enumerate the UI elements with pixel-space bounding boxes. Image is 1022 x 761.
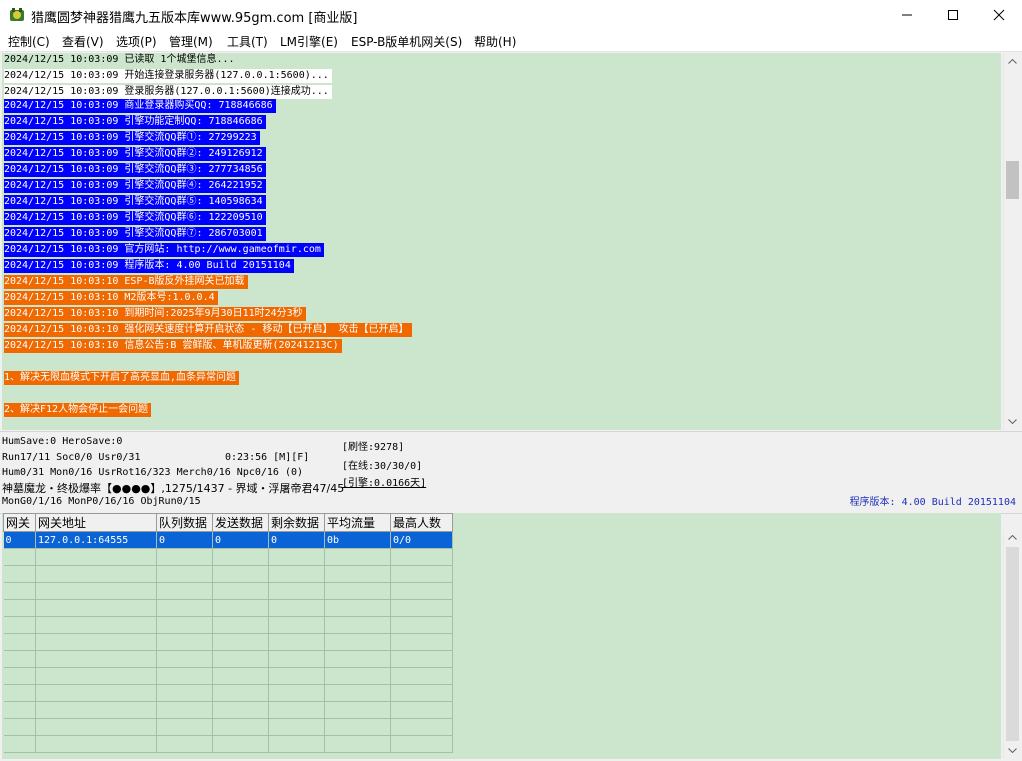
window-title: 猎鹰圆梦神器猎鹰九五版本库www.95gm.com [商业版] xyxy=(31,11,358,26)
column-header-sent[interactable]: 发送数据 xyxy=(212,513,269,532)
scroll-down-button[interactable] xyxy=(1004,413,1021,430)
chevron-up-icon xyxy=(1008,59,1017,64)
close-icon xyxy=(993,9,1005,21)
maximize-icon xyxy=(948,10,958,20)
title-bar: 猎鹰圆梦神器猎鹰九五版本库www.95gm.com [商业版] xyxy=(0,0,1022,30)
log-line: 2024/12/15 10:03:09 引擎交流QQ群⑦: 286703001 xyxy=(4,227,266,241)
status-engine: [引擎:0.0166天] xyxy=(342,478,427,489)
log-line: 2024/12/15 10:03:09 引擎交流QQ群②: 249126912 xyxy=(4,147,266,161)
scroll-up-button[interactable] xyxy=(1004,53,1021,70)
chevron-down-icon xyxy=(1008,419,1017,424)
gateway-scroll-down-button[interactable] xyxy=(1004,742,1021,759)
log-line: 2024/12/15 10:03:09 商业登录器购买QQ: 718846686 xyxy=(4,99,276,113)
cell-max-users: 0/0 xyxy=(390,531,453,549)
minimize-button[interactable] xyxy=(884,0,930,30)
menu-tools[interactable]: 工具(T) xyxy=(227,33,268,50)
table-row xyxy=(3,582,453,600)
status-run-counts: Run17/11 Soc0/0 Usr0/31 xyxy=(2,452,141,463)
log-line: 2024/12/15 10:03:10 M2版本号:1.0.0.4 xyxy=(4,291,218,305)
gateway-scroll-up-button[interactable] xyxy=(1004,529,1021,546)
column-header-max-users[interactable]: 最高人数 xyxy=(390,513,453,532)
status-save-counts: HumSave:0 HeroSave:0 xyxy=(2,436,123,447)
cell-avg-traffic: 0b xyxy=(324,531,391,549)
menu-options[interactable]: 选项(P) xyxy=(116,33,157,50)
log-scrollbar[interactable] xyxy=(1003,53,1021,430)
cell-remaining: 0 xyxy=(268,531,325,549)
column-header-gate[interactable]: 网关 xyxy=(3,513,36,532)
status-hum-counts: Hum0/31 Mon0/16 UsrRot16/323 Merch0/16 N… xyxy=(2,467,304,478)
table-row xyxy=(3,599,453,617)
gateway-scroll-track[interactable] xyxy=(1006,547,1019,741)
table-row[interactable]: 0 127.0.0.1:64555 0 0 0 0b 0/0 xyxy=(3,531,453,549)
menu-lm-engine[interactable]: LM引擎(E) xyxy=(280,33,338,50)
chevron-down-icon xyxy=(1008,748,1017,753)
column-header-queue[interactable]: 队列数据 xyxy=(156,513,213,532)
table-row xyxy=(3,565,453,583)
table-row xyxy=(3,718,453,736)
menu-control[interactable]: 控制(C) xyxy=(8,33,50,50)
status-uptime: 0:23:56 [M][F] xyxy=(225,452,310,463)
table-row xyxy=(3,701,453,719)
status-refresh: [刷怪:9278] xyxy=(342,442,405,453)
gateway-table: 网关 网关地址 队列数据 发送数据 剩余数据 平均流量 最高人数 0 127.0… xyxy=(3,513,453,753)
column-header-address[interactable]: 网关地址 xyxy=(35,513,157,532)
minimize-icon xyxy=(902,14,912,16)
status-boss-info: 神墓魔龙・终极爆率【●●●●】,1275/1437 - 界域・浮屠帝君47/45 xyxy=(2,482,345,495)
cell-gate: 0 xyxy=(3,531,36,549)
menu-manage[interactable]: 管理(M) xyxy=(169,33,213,50)
status-panel: HumSave:0 HeroSave:0 Run17/11 Soc0/0 Usr… xyxy=(0,431,1022,514)
table-header: 网关 网关地址 队列数据 发送数据 剩余数据 平均流量 最高人数 xyxy=(3,513,453,532)
scroll-thumb[interactable] xyxy=(1006,161,1019,199)
log-line: 2024/12/15 10:03:09 登录服务器(127.0.0.1:5600… xyxy=(4,85,332,99)
log-line: 2024/12/15 10:03:09 引擎交流QQ群⑥: 122209510 xyxy=(4,211,266,225)
log-line: 2024/12/15 10:03:10 信息公告:B 尝鲜版、单机版更新(202… xyxy=(4,339,342,353)
log-line: 2024/12/15 10:03:09 引擎交流QQ群⑤: 140598634 xyxy=(4,195,266,209)
column-header-remaining[interactable]: 剩余数据 xyxy=(268,513,325,532)
app-icon xyxy=(10,8,24,21)
program-version: 程序版本: 4.00 Build 20151104 xyxy=(849,497,1016,508)
chevron-up-icon xyxy=(1008,535,1017,540)
log-line: 2024/12/15 10:03:10 强化网关速度计算开启状态 - 移动【已开… xyxy=(4,323,412,337)
menu-view[interactable]: 查看(V) xyxy=(62,33,104,50)
table-row xyxy=(3,616,453,634)
status-online: [在线:30/30/0] xyxy=(342,461,423,472)
cell-queue: 0 xyxy=(156,531,213,549)
log-line: 1、解决无限血模式下开启了高亮显血,血条异常问题 xyxy=(4,371,240,385)
log-line: 2024/12/15 10:03:10 到期时间:2025年9月30日11时24… xyxy=(4,307,306,321)
menu-esp-gateway[interactable]: ESP-B版单机网关(S) xyxy=(351,33,462,50)
close-button[interactable] xyxy=(976,0,1022,30)
log-line: 2024/12/15 10:03:09 官方网站: http://www.gam… xyxy=(4,243,324,257)
gateway-scrollbar[interactable] xyxy=(1003,529,1021,759)
menu-help[interactable]: 帮助(H) xyxy=(474,33,516,50)
log-line: 2024/12/15 10:03:09 引擎交流QQ群③: 277734856 xyxy=(4,163,266,177)
status-mon-counts: MonG0/1/16 MonP0/16/16 ObjRun0/15 xyxy=(2,496,201,507)
cell-address: 127.0.0.1:64555 xyxy=(35,531,157,549)
log-line: 2024/12/15 10:03:10 ESP-B版反外挂网关已加载 xyxy=(4,275,248,289)
log-line: 2024/12/15 10:03:09 已读取 1个城堡信息... xyxy=(4,54,235,65)
log-panel: 2024/12/15 10:03:09 已读取 1个城堡信息... 2024/1… xyxy=(2,53,1001,430)
table-row xyxy=(3,633,453,651)
table-row xyxy=(3,735,453,753)
table-row xyxy=(3,650,453,668)
menu-bar: 控制(C) 查看(V) 选项(P) 管理(M) 工具(T) LM引擎(E) ES… xyxy=(0,30,1022,52)
log-line: 2024/12/15 10:03:09 引擎交流QQ群④: 264221952 xyxy=(4,179,266,193)
log-line: 2024/12/15 10:03:09 引擎功能定制QQ: 718846686 xyxy=(4,115,266,129)
log-line: 2024/12/15 10:03:09 程序版本: 4.00 Build 201… xyxy=(4,259,294,273)
gateway-panel: 网关 网关地址 队列数据 发送数据 剩余数据 平均流量 最高人数 0 127.0… xyxy=(2,513,1001,759)
maximize-button[interactable] xyxy=(930,0,976,30)
table-row xyxy=(3,684,453,702)
table-row xyxy=(3,667,453,685)
log-line: 2、解决F12人物会停止一会问题 xyxy=(4,403,152,417)
log-line: 2024/12/15 10:03:09 开始连接登录服务器(127.0.0.1:… xyxy=(4,69,332,83)
table-row xyxy=(3,548,453,566)
column-header-avg-traffic[interactable]: 平均流量 xyxy=(324,513,391,532)
log-line: 2024/12/15 10:03:09 引擎交流QQ群①: 27299223 xyxy=(4,131,260,145)
cell-sent: 0 xyxy=(212,531,269,549)
